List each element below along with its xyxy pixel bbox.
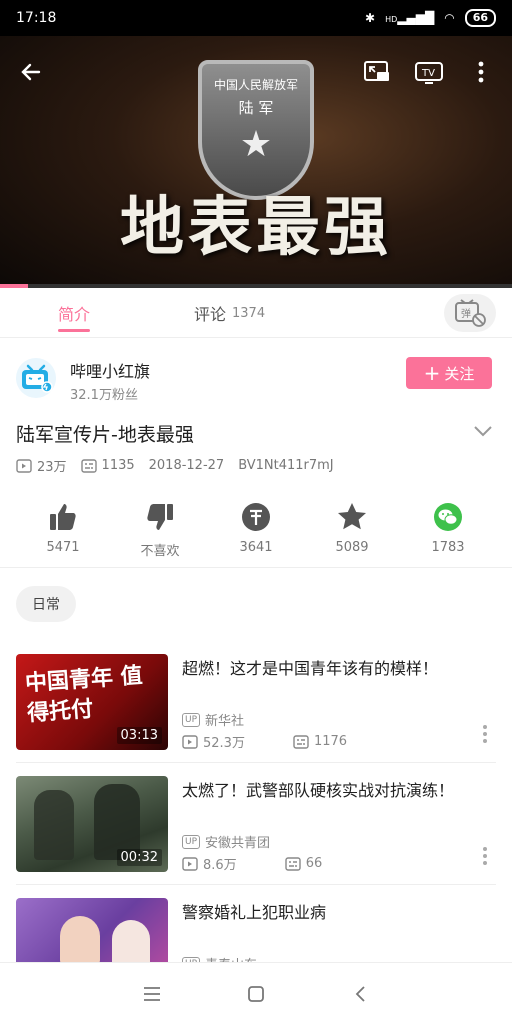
svg-text:TV: TV [421,68,435,79]
dislike-button[interactable]: 不喜欢 [112,500,208,559]
coin-count: 3641 [239,540,273,555]
more-options-icon[interactable] [482,846,492,868]
wechat-icon [434,503,462,531]
tab-bar: 简介 评论 1374 弹 [0,288,512,338]
list-item[interactable]: 00:32 太燃了！武警部队硬核实战对抗演练！ UP 安徽共青团 8.6万 66 [0,776,512,896]
play-count-icon [182,734,198,749]
tab-comments-label: 评论 [194,305,227,324]
dislike-label: 不喜欢 [140,544,180,559]
video-thumbnail[interactable]: 中国青年 值得托付 03:13 [16,654,168,750]
related-views: 8.6万 [203,858,237,873]
related-danmaku: 66 [305,856,323,871]
star-icon: ★ [239,124,273,165]
related-views: 52.3万 [203,736,245,751]
favorite-count: 5089 [335,540,369,555]
list-item[interactable]: 警察婚礼上犯职业病 UP青春山东 [0,898,512,962]
danmaku-off-icon: 弹 [455,299,486,327]
chevron-down-icon[interactable] [472,420,494,442]
share-wechat-button[interactable]: 1783 [400,500,496,555]
video-player[interactable]: 中国人民解放军 陆 军 ★ 地表最强 TV [0,36,512,288]
comment-count: 1374 [232,305,266,321]
danmaku-count-icon [80,458,97,473]
bvid: BV1Nt411r7mJ [238,458,334,473]
status-time: 17:18 [16,10,57,26]
thumbs-up-icon [50,504,76,530]
tab-comments[interactable]: 评论 1374 [194,288,265,338]
video-thumbnail[interactable] [16,898,168,962]
coin-icon [242,503,270,531]
up-badge-icon: UP [182,834,201,849]
danmaku-toggle-button[interactable]: 弹 [444,294,496,332]
coin-button[interactable]: 3641 [208,500,304,555]
video-meta: 23万 1135 2018-12-27 BV1Nt411r7mJ [16,456,334,475]
video-duration: 03:13 [116,727,162,744]
mini-window-icon[interactable] [362,57,392,87]
back-arrow-icon[interactable] [16,57,46,87]
menu-icon[interactable] [137,979,167,1009]
bilibili-tv-icon [22,364,53,393]
tag-chip[interactable]: 日常 [16,586,76,622]
bluetooth-icon: ✱ [365,11,376,25]
home-icon[interactable] [241,979,271,1009]
video-duration: 00:32 [116,849,162,866]
more-options-icon[interactable] [482,724,492,746]
tab-intro-label: 简介 [58,305,91,324]
danmaku-count-icon [284,856,301,871]
back-icon[interactable] [345,979,375,1009]
share-count: 1783 [431,540,465,555]
related-video-title: 太燃了！武警部队硬核实战对抗演练！ [182,781,455,800]
follow-button[interactable]: + 关注 [406,357,492,389]
danmaku-count-icon [293,734,309,749]
divider [16,762,496,763]
battery-indicator: 66 [464,9,496,27]
tab-intro[interactable]: 简介 [58,288,91,338]
related-uploader: 青春山东 [205,954,257,962]
related-uploader: 安徽共青团 [205,836,271,851]
uploader-name[interactable]: 哔哩小红旗 [70,358,150,382]
video-overlay-title: 地表最强 [120,190,392,265]
like-count: 5471 [46,540,80,555]
view-count: 23万 [37,460,67,475]
divider [16,884,496,885]
favorite-button[interactable]: 5089 [304,500,400,555]
tv-cast-icon[interactable]: TV [414,57,444,87]
danmaku-count: 1135 [101,458,135,473]
wifi-icon: ◠ [444,11,455,25]
related-danmaku: 1176 [313,734,348,749]
related-video-title: 超燃！这才是中国青年该有的模样！ [182,659,439,678]
play-count-icon [182,856,198,871]
video-thumbnail[interactable]: 00:32 [16,776,168,872]
plus-icon: + [423,361,441,385]
follow-label: 关注 [444,364,475,383]
like-button[interactable]: 5471 [15,500,111,555]
play-count-icon [16,458,32,473]
video-title: 陆军宣传片-地表最强 [16,424,194,446]
thumbs-down-icon [147,504,173,530]
related-uploader: 新华社 [205,714,245,729]
svg-text:弹: 弹 [461,307,471,320]
star-favorite-icon [338,503,366,530]
system-nav-bar [0,962,512,1024]
avatar[interactable] [16,358,56,398]
uploader-row: 哔哩小红旗 32.1万粉丝 + 关注 [0,348,512,408]
publish-date: 2018-12-27 [148,458,225,473]
related-video-title: 警察婚礼上犯职业病 [182,903,327,922]
status-bar: 17:18 ✱ HD▂▄▆█ ◠ 66 [0,0,512,36]
uploader-fans: 32.1万粉丝 [70,388,138,403]
thumbnail-text: 中国青年 值得托付 [24,662,144,727]
more-vertical-icon[interactable] [466,57,496,87]
action-bar: 5471 不喜欢 3641 5089 1783 [0,496,512,568]
list-item[interactable]: 中国青年 值得托付 03:13 超燃！这才是中国青年该有的模样！ UP 新华社 5… [0,654,512,774]
up-badge-icon: UP [182,712,201,727]
signal-icon: HD▂▄▆█ [385,11,435,25]
emblem-text-2: 陆 军 [238,99,274,117]
